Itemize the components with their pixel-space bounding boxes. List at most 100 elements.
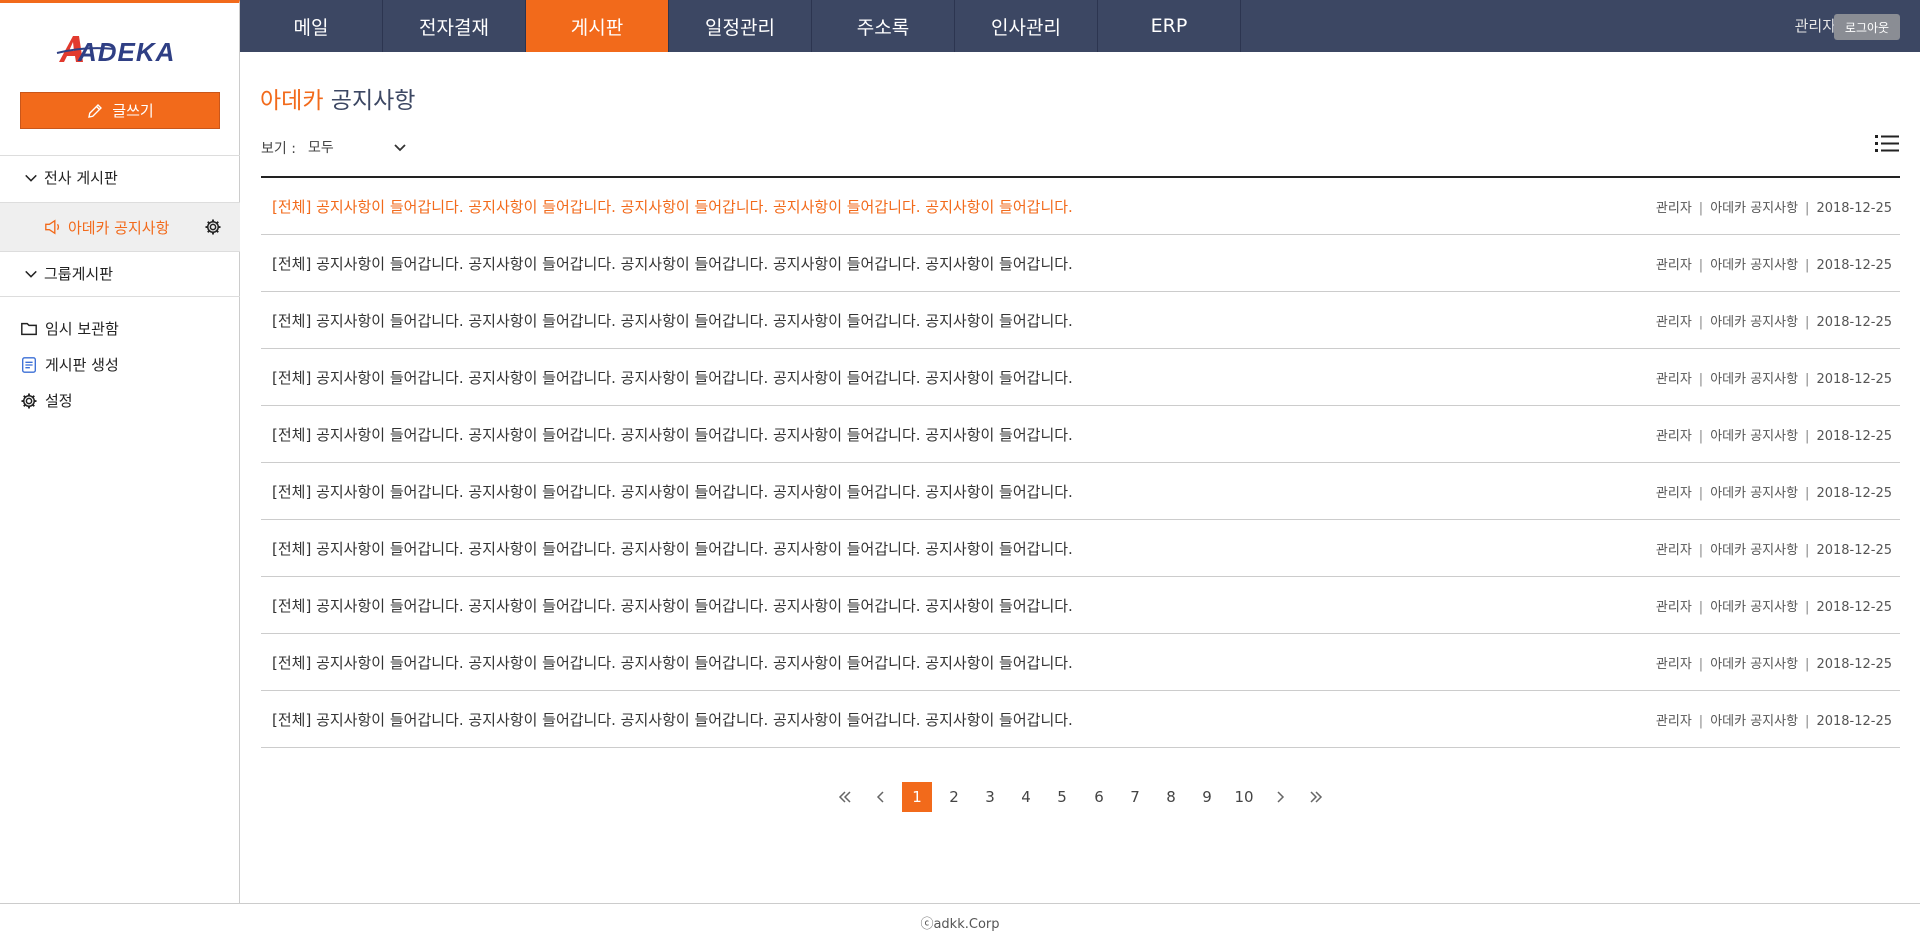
list-item-title[interactable]: [전체] 공지사항이 들어갑니다. 공지사항이 들어갑니다. 공지사항이 들어갑…	[272, 652, 1073, 673]
list-item-meta: 관리자 | 아데카 공지사항 | 2018-12-25	[1656, 368, 1892, 387]
page-7[interactable]: 7	[1120, 782, 1150, 812]
list-item-date: 2018-12-25	[1816, 543, 1892, 558]
list-item-meta: 관리자 | 아데카 공지사항 | 2018-12-25	[1656, 254, 1892, 273]
list-item[interactable]: [전체] 공지사항이 들어갑니다. 공지사항이 들어갑니다. 공지사항이 들어갑…	[261, 463, 1900, 520]
page-1[interactable]: 1	[902, 782, 932, 812]
list-item-meta: 관리자 | 아데카 공지사항 | 2018-12-25	[1656, 653, 1892, 672]
sidebar-item-adeka-notice[interactable]: 아데카 공지사항	[0, 202, 240, 251]
sidebar-section-label: 그룹게시판	[44, 265, 114, 283]
chevron-down-icon	[394, 144, 406, 152]
meta-separator: |	[1698, 315, 1704, 330]
list-item-title[interactable]: [전체] 공지사항이 들어갑니다. 공지사항이 들어갑니다. 공지사항이 들어갑…	[272, 253, 1073, 274]
list-item[interactable]: [전체] 공지사항이 들어갑니다. 공지사항이 들어갑니다. 공지사항이 들어갑…	[261, 634, 1900, 691]
chevron-right-icon	[1277, 791, 1285, 803]
page-8[interactable]: 8	[1156, 782, 1186, 812]
meta-separator: |	[1805, 429, 1810, 444]
view-filter-label: 보기 :	[261, 141, 296, 157]
list-item-board: 아데카 공지사항	[1710, 600, 1799, 615]
list-item-title[interactable]: [전체] 공지사항이 들어갑니다. 공지사항이 들어갑니다. 공지사항이 들어갑…	[272, 367, 1073, 388]
list-item-date: 2018-12-25	[1816, 201, 1892, 216]
top-nav: 메일 전자결재 게시판 일정관리 주소록 인사관리 ERP 관리자 로그아웃	[240, 0, 1920, 52]
meta-separator: |	[1698, 543, 1704, 558]
logout-button[interactable]: 로그아웃	[1834, 14, 1900, 40]
list-item-title[interactable]: [전체] 공지사항이 들어갑니다. 공지사항이 들어갑니다. 공지사항이 들어갑…	[272, 595, 1073, 616]
meta-separator: |	[1698, 600, 1704, 615]
meta-separator: |	[1805, 372, 1810, 387]
user-name: 관리자	[1794, 17, 1836, 35]
nav-board[interactable]: 게시판	[526, 0, 669, 52]
list-item-meta: 관리자 | 아데카 공지사항 | 2018-12-25	[1656, 482, 1892, 501]
page-4[interactable]: 4	[1011, 782, 1041, 812]
page-5[interactable]: 5	[1047, 782, 1077, 812]
list-item-title[interactable]: [전체] 공지사항이 들어갑니다. 공지사항이 들어갑니다. 공지사항이 들어갑…	[272, 538, 1073, 559]
sidebar-link-label: 임시 보관함	[45, 320, 119, 338]
meta-separator: |	[1805, 201, 1810, 216]
meta-separator: |	[1805, 714, 1810, 729]
list-view-icon[interactable]	[1874, 132, 1900, 156]
next-page-button[interactable]	[1265, 782, 1295, 812]
nav-mail[interactable]: 메일	[240, 0, 383, 52]
meta-separator: |	[1805, 600, 1810, 615]
list-item-title[interactable]: [전체] 공지사항이 들어갑니다. 공지사항이 들어갑니다. 공지사항이 들어갑…	[272, 709, 1073, 730]
meta-separator: |	[1805, 315, 1810, 330]
write-button-label: 글쓰기	[112, 102, 154, 120]
list-item[interactable]: [전체] 공지사항이 들어갑니다. 공지사항이 들어갑니다. 공지사항이 들어갑…	[261, 406, 1900, 463]
nav-schedule[interactable]: 일정관리	[669, 0, 812, 52]
list-item-title[interactable]: [전체] 공지사항이 들어갑니다. 공지사항이 들어갑니다. 공지사항이 들어갑…	[272, 196, 1073, 217]
meta-separator: |	[1698, 486, 1704, 501]
list-item-meta: 관리자 | 아데카 공지사항 | 2018-12-25	[1656, 311, 1892, 330]
page-10[interactable]: 10	[1229, 782, 1259, 812]
meta-separator: |	[1805, 543, 1810, 558]
meta-separator: |	[1805, 657, 1810, 672]
sidebar-section-label: 전사 게시판	[44, 169, 118, 187]
nav-addressbook[interactable]: 주소록	[812, 0, 955, 52]
page-3[interactable]: 3	[975, 782, 1005, 812]
footer: ⓒadkk.Corp	[0, 903, 1920, 940]
list-item-title[interactable]: [전체] 공지사항이 들어갑니다. 공지사항이 들어갑니다. 공지사항이 들어갑…	[272, 424, 1073, 445]
sidebar-section-group[interactable]: 그룹게시판	[0, 251, 240, 295]
list-item-meta: 관리자 | 아데카 공지사항 | 2018-12-25	[1656, 596, 1892, 615]
list-item-author: 관리자	[1655, 429, 1692, 444]
first-page-button[interactable]	[830, 782, 860, 812]
sidebar-link-board-create[interactable]: 게시판 생성	[20, 354, 119, 375]
list-item[interactable]: [전체] 공지사항이 들어갑니다. 공지사항이 들어갑니다. 공지사항이 들어갑…	[261, 292, 1900, 349]
sidebar-link-label: 설정	[45, 392, 73, 410]
page-title-rest: 공지사항	[330, 88, 416, 114]
sidebar-link-temp-storage[interactable]: 임시 보관함	[20, 318, 119, 339]
list-item[interactable]: [전체] 공지사항이 들어갑니다. 공지사항이 들어갑니다. 공지사항이 들어갑…	[261, 349, 1900, 406]
nav-approval[interactable]: 전자결재	[383, 0, 526, 52]
footer-copyright: ⓒadkk.Corp	[920, 916, 1000, 932]
list-item-board: 아데카 공지사항	[1710, 201, 1799, 216]
page-6[interactable]: 6	[1084, 782, 1114, 812]
write-button[interactable]: 글쓰기	[20, 92, 220, 129]
list-item-board: 아데카 공지사항	[1710, 429, 1799, 444]
meta-separator: |	[1698, 372, 1704, 387]
list-item-meta: 관리자 | 아데카 공지사항 | 2018-12-25	[1656, 710, 1892, 729]
page-9[interactable]: 9	[1192, 782, 1222, 812]
chevron-down-icon	[25, 174, 37, 182]
gear-icon[interactable]	[204, 218, 222, 236]
list-item[interactable]: [전체] 공지사항이 들어갑니다. 공지사항이 들어갑니다. 공지사항이 들어갑…	[261, 235, 1900, 292]
last-page-button[interactable]	[1301, 782, 1331, 812]
nav-erp[interactable]: ERP	[1098, 0, 1241, 52]
list-item[interactable]: [전체] 공지사항이 들어갑니다. 공지사항이 들어갑니다. 공지사항이 들어갑…	[261, 178, 1900, 235]
list-item[interactable]: [전체] 공지사항이 들어갑니다. 공지사항이 들어갑니다. 공지사항이 들어갑…	[261, 577, 1900, 634]
list-item[interactable]: [전체] 공지사항이 들어갑니다. 공지사항이 들어갑니다. 공지사항이 들어갑…	[261, 520, 1900, 577]
list-item-meta: 관리자 | 아데카 공지사항 | 2018-12-25	[1656, 539, 1892, 558]
sidebar-item-label: 아데카 공지사항	[68, 218, 170, 237]
prev-page-button[interactable]	[866, 782, 896, 812]
view-filter-select[interactable]: 모두	[308, 136, 408, 158]
meta-separator: |	[1698, 429, 1704, 444]
chevron-left-icon	[876, 791, 884, 803]
list-item-title[interactable]: [전체] 공지사항이 들어갑니다. 공지사항이 들어갑니다. 공지사항이 들어갑…	[272, 481, 1073, 502]
meta-separator: |	[1698, 201, 1704, 216]
list-item[interactable]: [전체] 공지사항이 들어갑니다. 공지사항이 들어갑니다. 공지사항이 들어갑…	[261, 691, 1900, 748]
page-2[interactable]: 2	[939, 782, 969, 812]
nav-hr[interactable]: 인사관리	[955, 0, 1098, 52]
sidebar-link-settings[interactable]: 설정	[20, 390, 73, 411]
list-item-title[interactable]: [전체] 공지사항이 들어갑니다. 공지사항이 들어갑니다. 공지사항이 들어갑…	[272, 310, 1073, 331]
chevron-down-icon	[25, 270, 37, 278]
list-item-meta: 관리자 | 아데카 공지사항 | 2018-12-25	[1656, 425, 1892, 444]
sidebar-section-company[interactable]: 전사 게시판	[0, 155, 240, 199]
list-item-author: 관리자	[1655, 258, 1692, 273]
